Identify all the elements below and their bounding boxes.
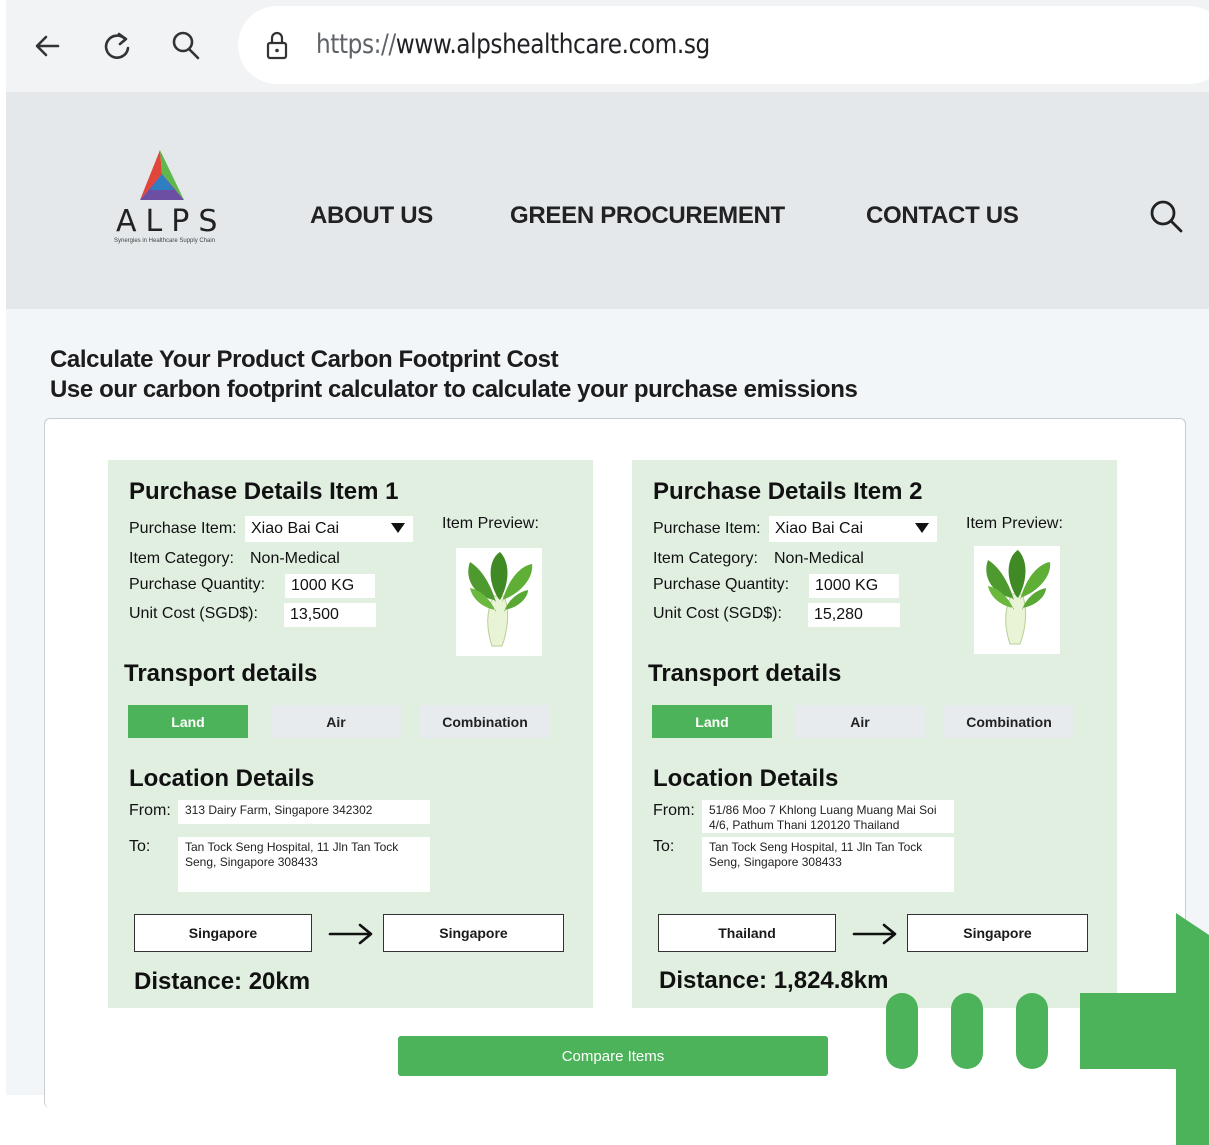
purchase-quantity-label: Purchase Quantity:	[653, 576, 790, 593]
item-preview-label: Item Preview:	[442, 515, 539, 532]
unit-cost-input[interactable]: 15,280	[808, 603, 900, 627]
item-category-label: Item Category:	[129, 550, 234, 567]
destination-country-box: Singapore	[383, 914, 564, 952]
location-details-title: Location Details	[653, 765, 839, 792]
item-preview-image	[456, 548, 542, 656]
purchase-quantity-value: 1000 KG	[815, 577, 879, 594]
purchase-quantity-input[interactable]: 1000 KG	[285, 574, 375, 598]
distance-value: Distance: 1,824.8km	[659, 967, 889, 994]
address-bar[interactable]: https://www.alpshealthcare.com.sg	[238, 6, 1209, 84]
purchase-quantity-label: Purchase Quantity:	[129, 576, 266, 593]
card-title: Purchase Details Item 2	[653, 478, 923, 505]
purchase-item-select[interactable]: Xiao Bai Cai	[245, 516, 413, 542]
transport-combination-button[interactable]: Combination	[420, 705, 550, 738]
from-label: From:	[653, 802, 695, 819]
alps-logo[interactable]: ALPS Synergies in Healthcare Supply Chai…	[112, 150, 232, 250]
from-address-input[interactable]: 313 Dairy Farm, Singapore 342302	[178, 800, 430, 824]
origin-country-box: Thailand	[658, 914, 836, 952]
bok-choy-icon	[986, 550, 1051, 645]
site-search-icon[interactable]	[1148, 198, 1184, 239]
unit-cost-input[interactable]: 13,500	[284, 603, 376, 627]
browser-toolbar: https://www.alpshealthcare.com.sg	[6, 0, 1209, 92]
to-address-input[interactable]: Tan Tock Seng Hospital, 11 Jln Tan Tock …	[178, 837, 430, 892]
transport-details-title: Transport details	[648, 660, 842, 687]
arrow-right-icon	[328, 922, 374, 951]
unit-cost-label: Unit Cost (SGD$):	[653, 605, 782, 622]
transport-air-button[interactable]: Air	[795, 705, 925, 738]
origin-country-box: Singapore	[134, 914, 312, 952]
item-category-value: Non-Medical	[250, 550, 340, 567]
purchase-quantity-value: 1000 KG	[291, 577, 355, 594]
compare-items-button[interactable]: Compare Items	[398, 1036, 828, 1076]
nav-contact-us[interactable]: CONTACT US	[866, 202, 1019, 230]
location-details-title: Location Details	[129, 765, 315, 792]
nav-about-us[interactable]: ABOUT US	[310, 202, 433, 230]
green-arrow-decoration-icon	[886, 913, 1209, 1145]
unit-cost-value: 15,280	[814, 606, 863, 623]
to-address-input[interactable]: Tan Tock Seng Hospital, 11 Jln Tan Tock …	[702, 837, 954, 892]
reload-icon[interactable]	[97, 26, 137, 66]
transport-details-title: Transport details	[124, 660, 318, 687]
transport-land-button[interactable]: Land	[652, 705, 772, 738]
back-arrow-icon[interactable]	[28, 26, 68, 66]
unit-cost-label: Unit Cost (SGD$):	[129, 605, 258, 622]
purchase-item-value: Xiao Bai Cai	[251, 520, 340, 537]
chevron-down-icon	[915, 523, 929, 533]
url-text: https://www.alpshealthcare.com.sg	[316, 29, 710, 60]
to-label: To:	[653, 838, 675, 855]
transport-land-button[interactable]: Land	[128, 705, 248, 738]
purchase-quantity-input[interactable]: 1000 KG	[809, 574, 899, 598]
logo-triangle-icon	[140, 150, 184, 200]
purchase-card-item-1: Purchase Details Item 1 Purchase Item: X…	[108, 460, 593, 1008]
chevron-down-icon	[391, 523, 405, 533]
card-title: Purchase Details Item 1	[129, 478, 399, 505]
transport-air-button[interactable]: Air	[271, 705, 401, 738]
unit-cost-value: 13,500	[290, 606, 339, 623]
nav-green-procurement[interactable]: GREEN PROCUREMENT	[510, 202, 785, 230]
logo-wordmark: ALPS	[116, 204, 227, 239]
from-label: From:	[129, 802, 171, 819]
purchase-item-select[interactable]: Xiao Bai Cai	[769, 516, 937, 542]
bok-choy-icon	[468, 552, 533, 647]
url-host: www.alpshealthcare.com.sg	[395, 29, 710, 60]
site-header: ALPS Synergies in Healthcare Supply Chai…	[6, 92, 1209, 309]
item-category-value: Non-Medical	[774, 550, 864, 567]
purchase-item-label: Purchase Item:	[653, 520, 761, 537]
transport-combination-button[interactable]: Combination	[944, 705, 1074, 738]
distance-value: Distance: 20km	[134, 968, 311, 995]
to-label: To:	[129, 838, 151, 855]
logo-tagline: Synergies in Healthcare Supply Chain	[114, 238, 216, 244]
item-preview-image	[974, 546, 1060, 654]
lock-icon	[266, 30, 288, 65]
url-scheme: https://	[316, 29, 396, 60]
from-address-input[interactable]: 51/86 Moo 7 Khlong Luang Muang Mai Soi 4…	[702, 800, 954, 833]
item-category-label: Item Category:	[653, 550, 758, 567]
purchase-item-value: Xiao Bai Cai	[775, 520, 864, 537]
item-preview-label: Item Preview:	[966, 515, 1063, 532]
page-title: Calculate Your Product Carbon Footprint …	[50, 346, 559, 373]
page-root: https://www.alpshealthcare.com.sg ALPS S…	[0, 0, 1209, 1145]
search-icon[interactable]	[166, 26, 206, 66]
purchase-item-label: Purchase Item:	[129, 520, 237, 537]
page-subtitle: Use our carbon footprint calculator to c…	[50, 376, 858, 403]
